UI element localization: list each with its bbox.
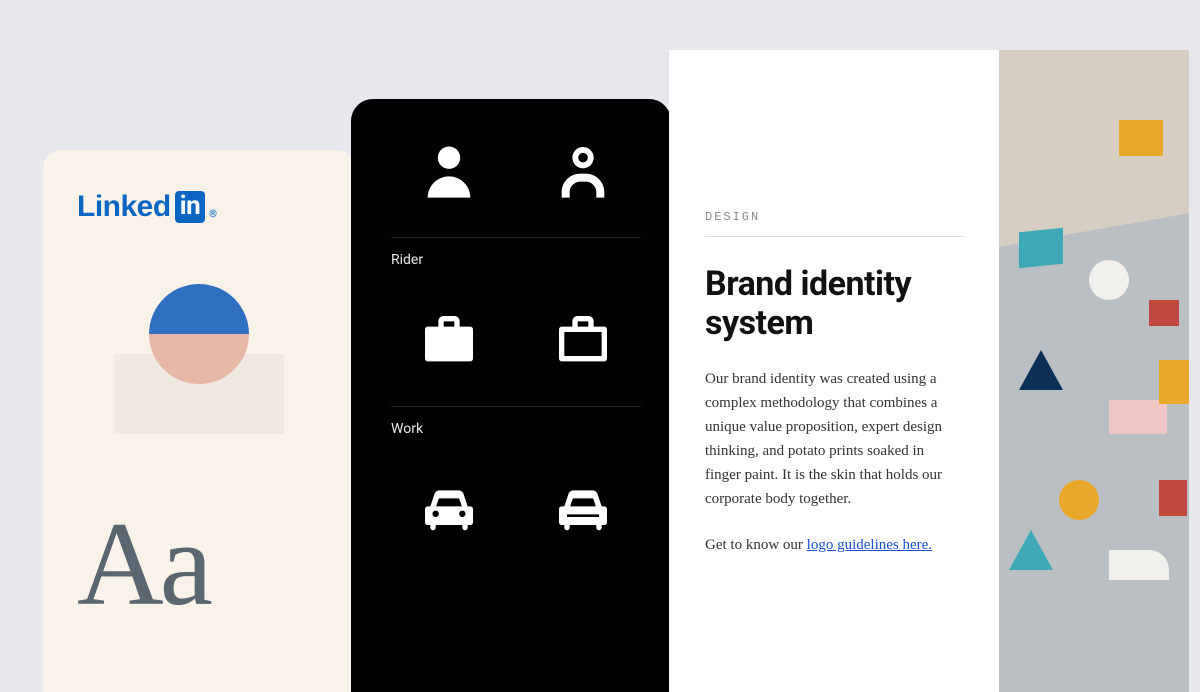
icon-row-briefcase <box>391 308 641 376</box>
type-sample: Aa <box>77 504 321 624</box>
icon-row-person <box>391 139 641 207</box>
registered-mark: ® <box>209 209 216 220</box>
shape-cube-yellow <box>1119 120 1163 156</box>
eyebrow-label: DESIGN <box>705 210 963 237</box>
shape-cylinder-white <box>1089 260 1129 300</box>
person-outline-icon <box>551 139 615 207</box>
shape-cube-red <box>1149 300 1179 326</box>
geometric-shapes-photo <box>999 50 1189 692</box>
shape-triangle-teal <box>1009 530 1053 570</box>
shape-wedge-white <box>1109 550 1169 580</box>
icon-row-car <box>391 477 641 545</box>
document-text-column: DESIGN Brand identity system Our brand i… <box>669 50 999 692</box>
linkedin-in-badge: in <box>175 191 205 223</box>
shape-cube-yellow-2 <box>1159 360 1189 404</box>
typography-card: Linked in ® Aa <box>43 150 355 692</box>
logo-guidelines-link[interactable]: logo guidelines here. <box>807 537 932 553</box>
linkedin-logo: Linked in ® <box>77 190 321 224</box>
linkedin-wordmark: Linked <box>77 190 171 224</box>
document-cta: Get to know our logo guidelines here. <box>705 533 963 557</box>
car-solid-icon <box>417 477 481 545</box>
shape-cube-red-2 <box>1159 480 1187 516</box>
document-body: Our brand identity was created using a c… <box>705 367 963 511</box>
document-headline: Brand identity system <box>705 265 963 343</box>
car-outline-icon <box>551 477 615 545</box>
cta-prefix: Get to know our <box>705 537 807 553</box>
brand-identity-document: DESIGN Brand identity system Our brand i… <box>669 50 1189 692</box>
brand-shape-graphic <box>114 284 284 434</box>
shape-cylinder-yellow <box>1059 480 1099 520</box>
shape-triangle-navy <box>1019 350 1063 390</box>
shape-cube-pink <box>1109 400 1167 434</box>
section-label-rider: Rider <box>391 237 641 268</box>
shape-cube-teal <box>1019 228 1063 269</box>
person-solid-icon <box>417 139 481 207</box>
briefcase-outline-icon <box>551 308 615 376</box>
icon-grid-card: Rider Work <box>351 99 671 692</box>
section-label-work: Work <box>391 406 641 437</box>
briefcase-solid-icon <box>417 308 481 376</box>
shape-circle-top <box>149 284 249 334</box>
